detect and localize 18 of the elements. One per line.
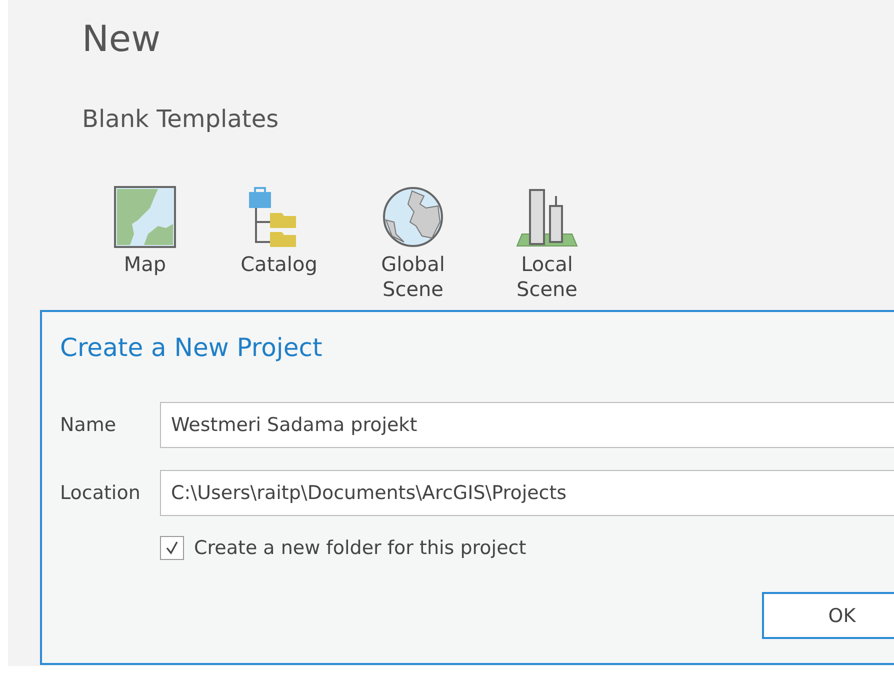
checkbox[interactable] (160, 536, 184, 560)
template-item[interactable]: Map (78, 186, 212, 302)
buildings-icon (516, 186, 578, 248)
page-title: New (82, 18, 162, 62)
section-title: Blank Templates (82, 104, 280, 134)
template-item[interactable]: Global Scene (346, 186, 480, 302)
check-icon (164, 540, 180, 556)
map-icon (114, 186, 176, 248)
name-field[interactable]: Westmeri Sadama projekt (160, 402, 894, 448)
checkbox-label: Create a new folder for this project (194, 537, 526, 559)
globe-icon (382, 186, 444, 248)
template-item[interactable]: Local Scene (480, 186, 614, 302)
dialog-title: Create a New Project (60, 332, 324, 364)
template-item[interactable]: Catalog (212, 186, 346, 302)
location-label: Location (60, 482, 142, 504)
ok-button[interactable]: OK (762, 592, 894, 639)
location-field[interactable]: C:\Users\raitp\Documents\ArcGIS\Projects (160, 470, 894, 516)
name-label: Name (60, 414, 118, 436)
